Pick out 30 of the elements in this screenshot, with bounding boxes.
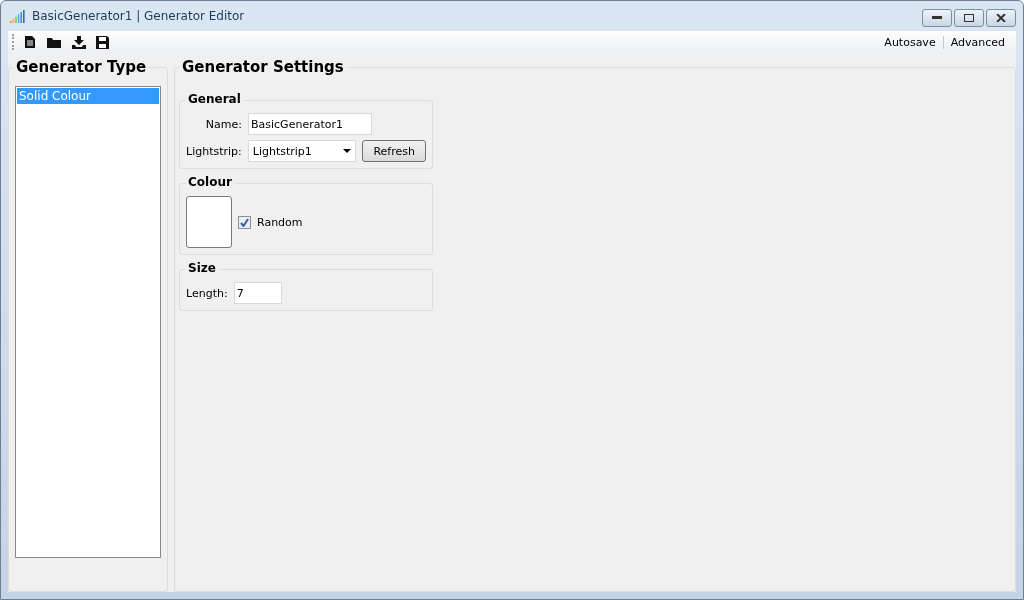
checkbox-label: Random bbox=[257, 215, 303, 229]
caret-icon bbox=[343, 149, 352, 153]
close-button[interactable] bbox=[986, 9, 1016, 27]
toolbar-menu-button[interactable]: Autosave bbox=[877, 35, 943, 49]
app-logo-icon bbox=[10, 9, 26, 23]
download-icon[interactable] bbox=[70, 35, 88, 49]
colour-swatch[interactable] bbox=[186, 196, 232, 248]
window-title: BasicGenerator1 | Generator Editor bbox=[32, 9, 245, 23]
group-title: Size bbox=[185, 261, 219, 275]
save-icon[interactable] bbox=[94, 35, 111, 49]
field-label: Name: bbox=[204, 117, 242, 131]
name-input[interactable]: BasicGenerator1 bbox=[248, 113, 372, 135]
toolbar-menu-button[interactable]: Advanced bbox=[942, 35, 1012, 49]
group-title: General bbox=[185, 92, 244, 106]
panel-title: Generator Settings bbox=[179, 58, 347, 76]
folder-icon[interactable] bbox=[44, 35, 64, 49]
random-checkbox[interactable] bbox=[238, 215, 251, 229]
panel-title: Generator Type bbox=[13, 58, 150, 76]
maximize-button[interactable] bbox=[954, 9, 984, 27]
minimize-icon bbox=[932, 16, 942, 20]
lightstrip-dropdown[interactable]: Lightstrip1 bbox=[247, 140, 357, 162]
minimize-button[interactable] bbox=[922, 9, 952, 27]
field-label: Length: bbox=[186, 286, 228, 300]
close-icon bbox=[996, 14, 1006, 22]
length-input[interactable]: 7 bbox=[233, 282, 282, 304]
maximize-icon bbox=[964, 14, 974, 22]
refresh-button[interactable]: Refresh bbox=[362, 140, 426, 162]
new-file-icon[interactable] bbox=[22, 35, 38, 49]
group-title: Colour bbox=[185, 175, 235, 189]
field-label: Lightstrip: bbox=[186, 144, 242, 158]
